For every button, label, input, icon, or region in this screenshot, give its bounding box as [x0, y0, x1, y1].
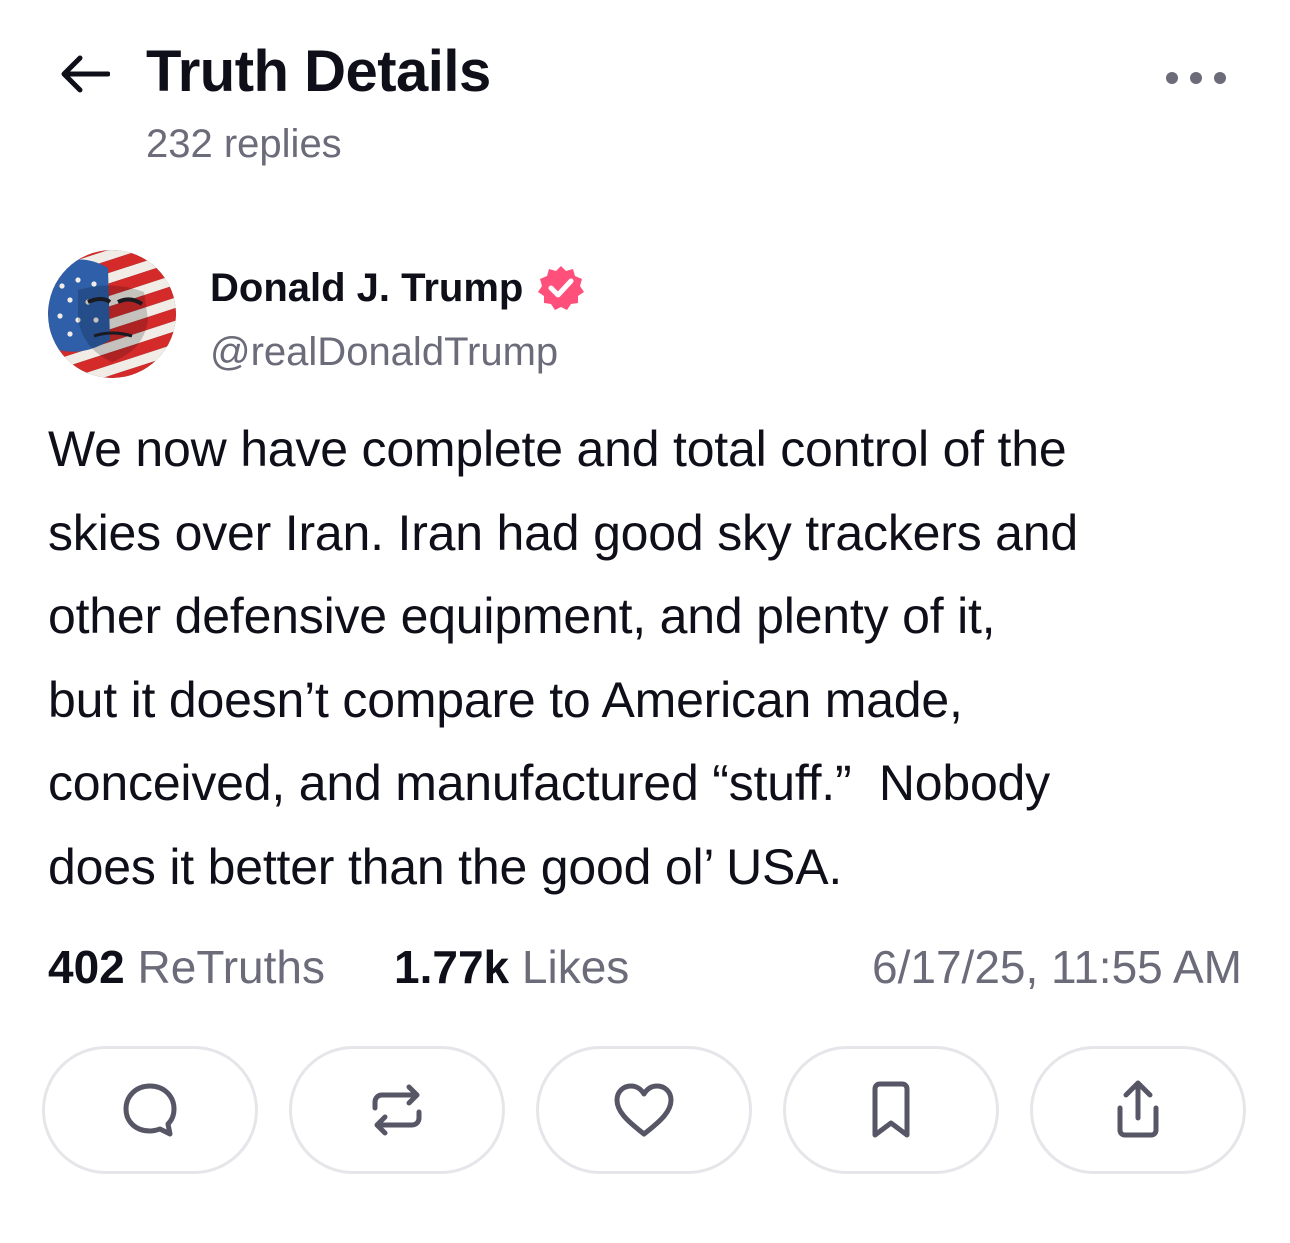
- more-options-button[interactable]: [1156, 54, 1236, 102]
- author-name-text: Donald J. Trump: [210, 265, 524, 310]
- post-timestamp: 6/17/25, 11:55 AM: [872, 941, 1242, 993]
- bookmark-button[interactable]: [783, 1046, 999, 1174]
- post-stats: 402 ReTruths 1.77k Likes 6/17/25, 11:55 …: [48, 940, 1242, 1004]
- share-button[interactable]: [1030, 1046, 1246, 1174]
- page-title: Truth Details: [146, 39, 491, 104]
- retruths-count: 402: [48, 941, 125, 993]
- author-name[interactable]: Donald J. Trump: [210, 264, 585, 312]
- retruths-stat[interactable]: 402 ReTruths: [48, 940, 325, 994]
- post-line: does it better than the good ol’ USA.: [48, 838, 843, 895]
- repost-icon: [372, 1084, 422, 1136]
- avatar[interactable]: [48, 250, 176, 378]
- likes-stat[interactable]: 1.77k Likes: [394, 940, 629, 994]
- likes-count: 1.77k: [394, 941, 510, 993]
- likes-label: Likes: [521, 941, 630, 993]
- post-line: conceived, and manufactured “stuff.” Nob…: [48, 755, 1050, 811]
- author-block: Donald J. Trump @realDonaldTrump: [48, 250, 1242, 380]
- replies-count: 232 replies: [146, 122, 342, 166]
- flag-portrait-avatar-image: [48, 250, 176, 378]
- more-horizontal-icon: [1166, 72, 1226, 84]
- reply-button[interactable]: [42, 1046, 258, 1174]
- post-line: other defensive equipment, and plenty of…: [48, 588, 996, 644]
- verified-badge-icon: [537, 264, 585, 312]
- top-bar: Truth Details 232 replies: [0, 0, 1290, 200]
- post-line: skies over Iran. Iran had good sky track…: [48, 504, 1079, 561]
- heart-icon: [614, 1083, 674, 1137]
- comment-icon: [123, 1083, 177, 1137]
- author-handle[interactable]: @realDonaldTrump: [210, 330, 558, 375]
- share-icon: [1117, 1080, 1159, 1138]
- post-line: We now have complete and total control o…: [48, 421, 1067, 477]
- post-line: but it doesn’t compare to American made,: [48, 671, 963, 728]
- back-button[interactable]: [52, 42, 116, 106]
- action-bar: [42, 1046, 1248, 1178]
- like-button[interactable]: [536, 1046, 752, 1174]
- bookmark-icon: [872, 1081, 910, 1138]
- retruths-label: ReTruths: [137, 941, 325, 993]
- arrow-left-icon: [61, 55, 110, 93]
- retruth-button[interactable]: [289, 1046, 505, 1174]
- post-text: We now have complete and total control o…: [48, 408, 1248, 909]
